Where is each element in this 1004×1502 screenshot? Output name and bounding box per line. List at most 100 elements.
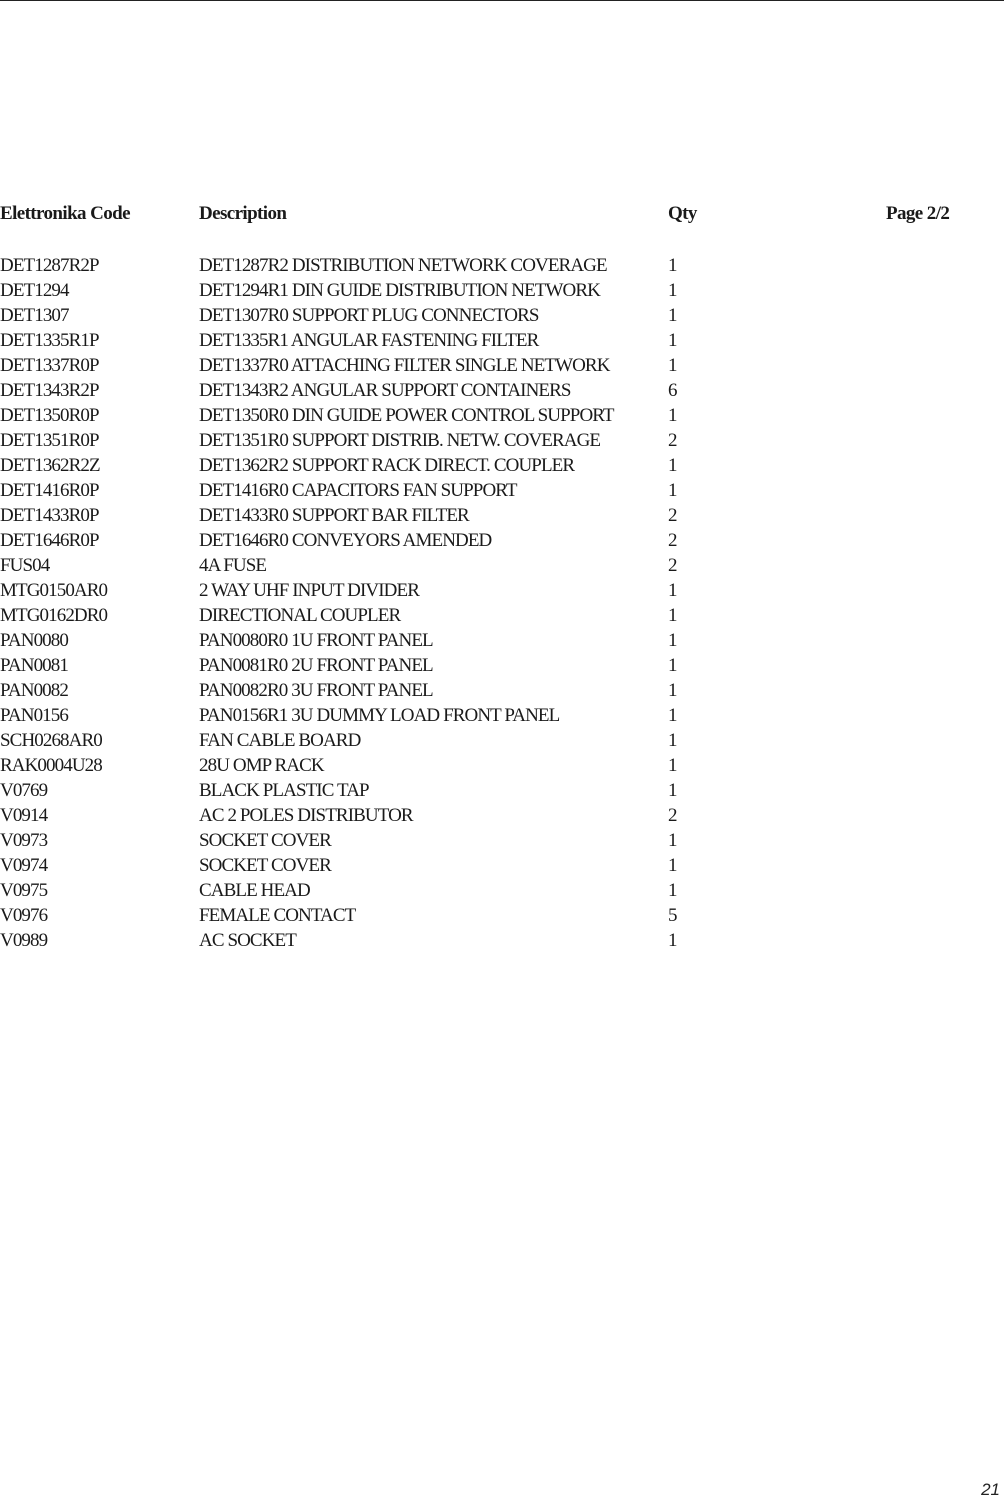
item-qty: 1: [668, 405, 678, 426]
table-header: Elettronika Code Description Qty Page 2/…: [0, 203, 1004, 228]
table-row: DET1350R0P DET1350R0 DIN GUIDE POWER CONT…: [0, 403, 1004, 428]
item-description: AC 2 POLES DISTRIBUTOR: [199, 805, 414, 826]
item-code: DET1646R0P: [0, 530, 100, 551]
item-code: V0976: [0, 905, 48, 926]
item-qty: 1: [668, 630, 678, 651]
item-qty: 1: [668, 830, 678, 851]
table-row: RAK0004U28 28U OMP RACK 1: [0, 753, 1004, 778]
table-row: DET1343R2P DET1343R2 ANGULAR SUPPORT CONT…: [0, 378, 1004, 403]
table-row: DET1646R0P DET1646R0 CONVEYORS AMENDED 2: [0, 528, 1004, 553]
item-qty: 1: [668, 705, 678, 726]
item-code: MTG0162DR0: [0, 605, 108, 626]
item-description: PAN0082R0 3U FRONT PANEL: [199, 680, 434, 701]
top-rule: [0, 0, 1004, 1]
item-qty: 2: [668, 430, 678, 451]
item-qty: 5: [668, 905, 678, 926]
table-row: V0973 SOCKET COVER 1: [0, 828, 1004, 853]
item-code: FUS04: [0, 555, 50, 576]
item-qty: 1: [668, 330, 678, 351]
table-row: PAN0156 PAN0156R1 3U DUMMY LOAD FRONT PAN…: [0, 703, 1004, 728]
table-row: V0976 FEMALE CONTACT 5: [0, 903, 1004, 928]
item-qty: 2: [668, 555, 678, 576]
item-qty: 1: [668, 930, 678, 951]
item-code: DET1433R0P: [0, 505, 100, 526]
table-row: DET1335R1P DET1335R1 ANGULAR FASTENING FI…: [0, 328, 1004, 353]
table-row: MTG0162DR0 DIRECTIONAL COUPLER 1: [0, 603, 1004, 628]
item-qty: 1: [668, 755, 678, 776]
item-code: V0973: [0, 830, 48, 851]
item-qty: 2: [668, 505, 678, 526]
item-code: PAN0082: [0, 680, 69, 701]
table-row: DET1294 DET1294R1 DIN GUIDE DISTRIBUTION …: [0, 278, 1004, 303]
table-row: DET1433R0P DET1433R0 SUPPORT BAR FILTER 2: [0, 503, 1004, 528]
item-code: PAN0080: [0, 630, 69, 651]
item-description: PAN0081R0 2U FRONT PANEL: [199, 655, 434, 676]
table-row: DET1337R0P DET1337R0 ATTACHING FILTER SIN…: [0, 353, 1004, 378]
item-code: DET1343R2P: [0, 380, 100, 401]
item-qty: 1: [668, 280, 678, 301]
item-description: DET1351R0 SUPPORT DISTRIB. NETW. COVERAG…: [199, 430, 601, 451]
table-row: V0989 AC SOCKET 1: [0, 928, 1004, 953]
table-row: DET1307 DET1307R0 SUPPORT PLUG CONNECTORS…: [0, 303, 1004, 328]
table-row: V0975 CABLE HEAD 1: [0, 878, 1004, 903]
item-code: V0974: [0, 855, 48, 876]
item-qty: 1: [668, 480, 678, 501]
item-qty: 1: [668, 780, 678, 801]
item-qty: 1: [668, 880, 678, 901]
table-row: SCH0268AR0 FAN CABLE BOARD 1: [0, 728, 1004, 753]
item-code: DET1294: [0, 280, 70, 301]
item-description: FAN CABLE BOARD: [199, 730, 361, 751]
item-qty: 1: [668, 255, 678, 276]
item-description: SOCKET COVER: [199, 855, 332, 876]
item-description: DET1307R0 SUPPORT PLUG CONNECTORS: [199, 305, 539, 326]
table-row: PAN0081 PAN0081R0 2U FRONT PANEL 1: [0, 653, 1004, 678]
item-code: DET1416R0P: [0, 480, 100, 501]
item-code: DET1335R1P: [0, 330, 100, 351]
item-description: DET1646R0 CONVEYORS AMENDED: [199, 530, 492, 551]
item-qty: 1: [668, 580, 678, 601]
item-description: DET1287R2 DISTRIBUTION NETWORK COVERAGE: [199, 255, 608, 276]
header-code: Elettronika Code: [0, 203, 131, 224]
table-row: PAN0080 PAN0080R0 1U FRONT PANEL 1: [0, 628, 1004, 653]
table-row: DET1362R2Z DET1362R2 SUPPORT RACK DIRECT.…: [0, 453, 1004, 478]
table-row: PAN0082 PAN0082R0 3U FRONT PANEL 1: [0, 678, 1004, 703]
table-row: DET1287R2P DET1287R2 DISTRIBUTION NETWORK…: [0, 253, 1004, 278]
item-code: V0914: [0, 805, 48, 826]
item-code: DET1362R2Z: [0, 455, 101, 476]
page-number: 21: [981, 1480, 1000, 1499]
table-row: DET1351R0P DET1351R0 SUPPORT DISTRIB. NET…: [0, 428, 1004, 453]
item-code: DET1307: [0, 305, 70, 326]
item-description: DET1335R1 ANGULAR FASTENING FILTER: [199, 330, 539, 351]
header-qty: Qty: [668, 203, 697, 224]
item-code: V0989: [0, 930, 48, 951]
item-description: DET1433R0 SUPPORT BAR FILTER: [199, 505, 470, 526]
page-indicator: Page 2/2: [886, 203, 950, 224]
item-code: PAN0156: [0, 705, 69, 726]
item-description: PAN0156R1 3U DUMMY LOAD FRONT PANEL: [199, 705, 560, 726]
item-description: DET1416R0 CAPACITORS FAN SUPPORT: [199, 480, 518, 501]
item-code: DET1337R0P: [0, 355, 100, 376]
item-qty: 1: [668, 305, 678, 326]
item-code: MTG0150AR0: [0, 580, 108, 601]
item-qty: 2: [668, 805, 678, 826]
item-qty: 1: [668, 355, 678, 376]
item-qty: 1: [668, 855, 678, 876]
item-description: PAN0080R0 1U FRONT PANEL: [199, 630, 434, 651]
table-row: DET1416R0P DET1416R0 CAPACITORS FAN SUPPO…: [0, 478, 1004, 503]
item-description: BLACK PLASTIC TAP: [199, 780, 370, 801]
item-description: 4A FUSE: [199, 555, 267, 576]
table-row: V0974 SOCKET COVER 1: [0, 853, 1004, 878]
item-description: DIRECTIONAL COUPLER: [199, 605, 401, 626]
item-qty: 2: [668, 530, 678, 551]
item-description: DET1337R0 ATTACHING FILTER SINGLE NETWOR…: [199, 355, 610, 376]
item-description: DET1362R2 SUPPORT RACK DIRECT. COUPLER: [199, 455, 575, 476]
item-description: SOCKET COVER: [199, 830, 332, 851]
item-description: DET1294R1 DIN GUIDE DISTRIBUTION NETWORK: [199, 280, 601, 301]
item-qty: 1: [668, 730, 678, 751]
item-code: SCH0268AR0: [0, 730, 103, 751]
item-description: 2 WAY UHF INPUT DIVIDER: [199, 580, 420, 601]
item-qty: 1: [668, 455, 678, 476]
item-description: CABLE HEAD: [199, 880, 311, 901]
item-qty: 1: [668, 680, 678, 701]
item-qty: 6: [668, 380, 678, 401]
